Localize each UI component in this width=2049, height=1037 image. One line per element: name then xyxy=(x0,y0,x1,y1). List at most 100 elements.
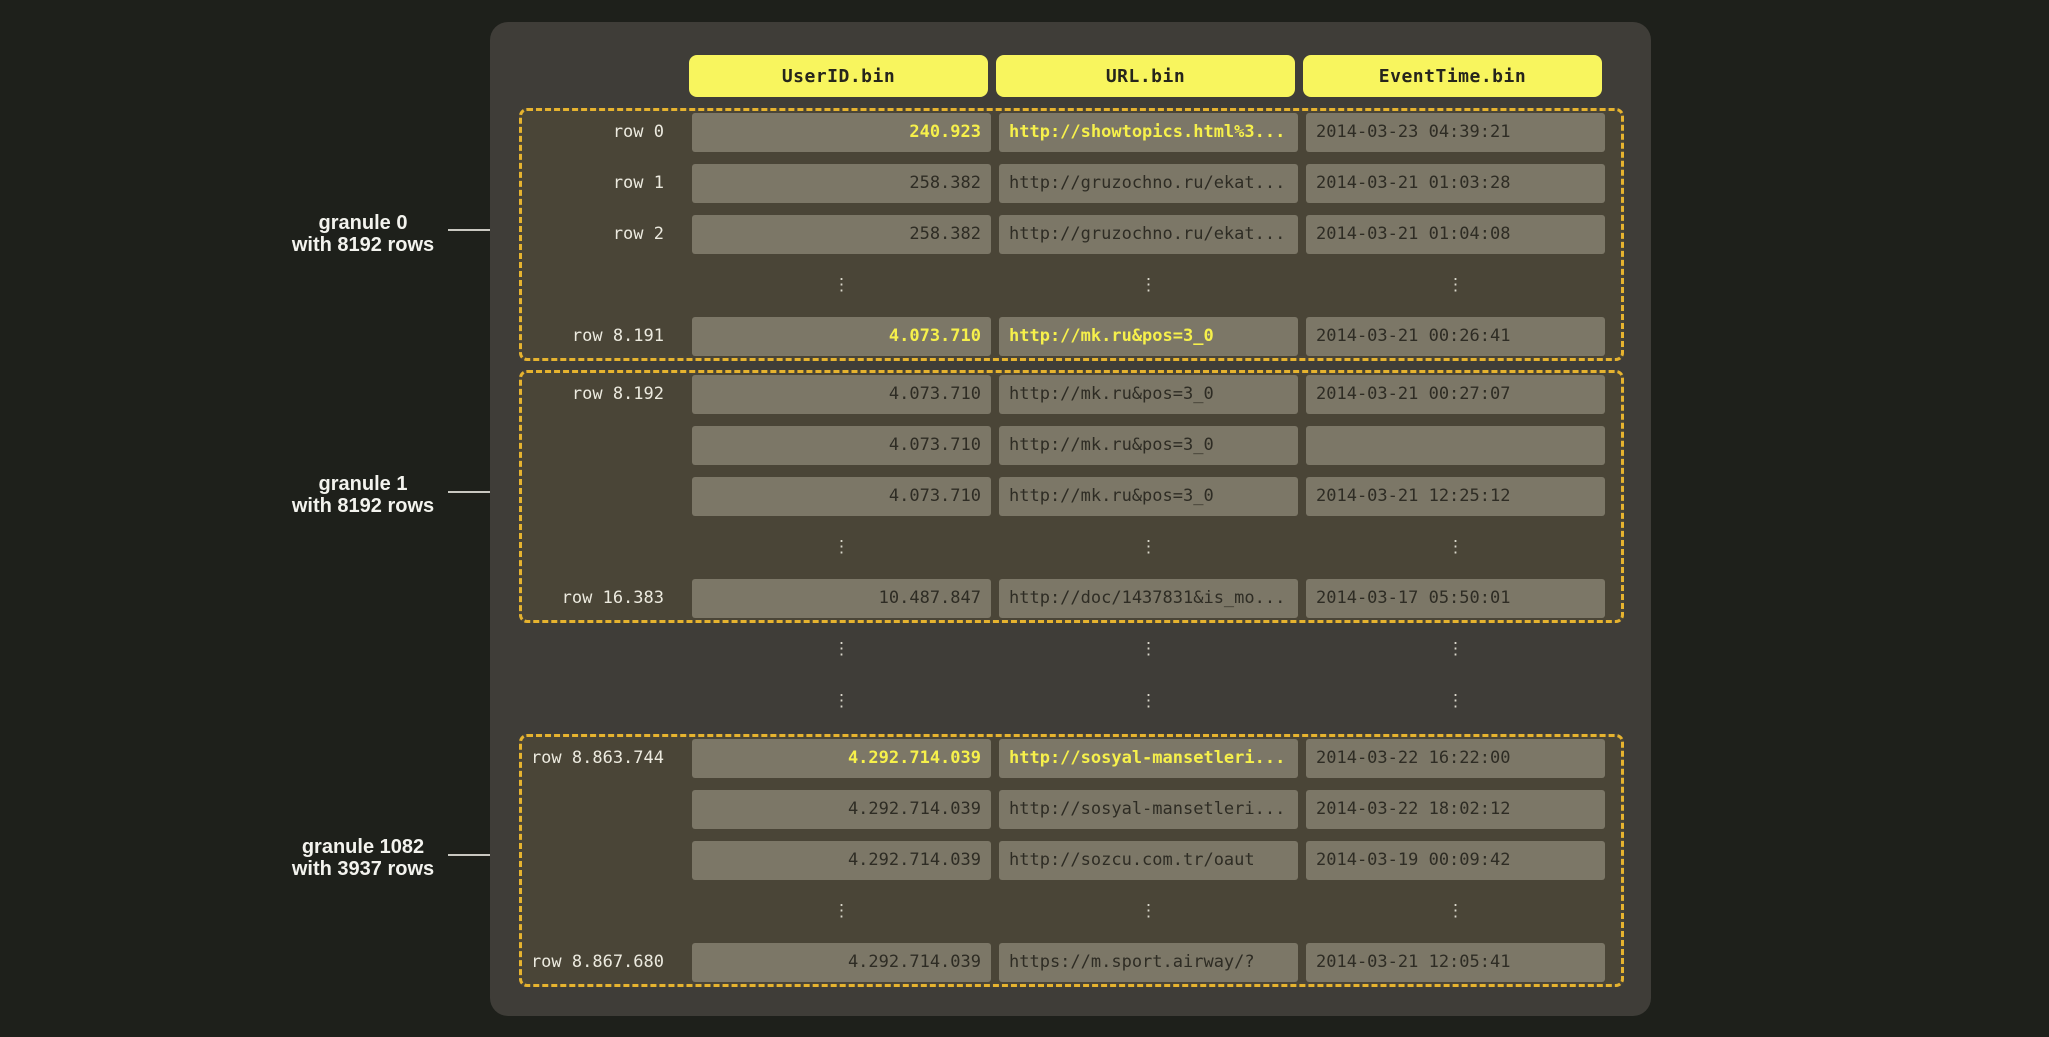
cell-userid: 4.073.710 xyxy=(692,477,991,516)
cell-url: http://showtopics.html%3... xyxy=(999,113,1298,152)
granule-0-label: granule 0 with 8192 rows xyxy=(263,212,463,256)
row-label: row 16.383 xyxy=(522,579,684,618)
ellipsis-icon: ⋮ xyxy=(999,630,1298,669)
cell-eventtime: 2014-03-21 12:05:41 xyxy=(1306,943,1605,982)
ellipsis-row: ⋮ ⋮ ⋮ xyxy=(522,682,1605,721)
row-label-empty xyxy=(522,528,684,567)
ellipsis-icon: ⋮ xyxy=(999,528,1298,567)
ellipsis-icon: ⋮ xyxy=(999,682,1298,721)
ellipsis-icon: ⋮ xyxy=(692,682,991,721)
row-label: row 8.867.680 xyxy=(522,943,684,982)
cell-userid: 4.292.714.039 xyxy=(692,739,991,778)
row-label xyxy=(522,426,684,465)
column-header-url: URL.bin xyxy=(996,55,1295,97)
table-row: row 8.191 4.073.710 http://mk.ru&pos=3_0… xyxy=(522,317,1621,356)
ellipsis-row: ⋮ ⋮ ⋮ xyxy=(522,892,1621,931)
ellipsis-row: ⋮ ⋮ ⋮ xyxy=(522,630,1605,669)
table-row: 4.073.710 http://mk.ru&pos=3_0 2014-03-2… xyxy=(522,477,1621,516)
granule-1082-label: granule 1082 with 3937 rows xyxy=(263,836,463,880)
granule-1082-name: granule 1082 xyxy=(263,836,463,858)
cell-eventtime: 2014-03-22 18:02:12 xyxy=(1306,790,1605,829)
cell-url: http://gruzochno.ru/ekat... xyxy=(999,164,1298,203)
ellipsis-icon: ⋮ xyxy=(692,528,991,567)
cell-url: http://sozcu.com.tr/oaut xyxy=(999,841,1298,880)
cell-eventtime: 2014-03-22 16:22:00 xyxy=(1306,739,1605,778)
row-label: row 8.191 xyxy=(522,317,684,356)
cell-userid: 4.292.714.039 xyxy=(692,841,991,880)
cell-eventtime: 2014-03-19 00:09:42 xyxy=(1306,841,1605,880)
table-row: row 8.863.744 4.292.714.039 http://sosya… xyxy=(522,739,1621,778)
cell-url: http://sosyal-mansetleri... xyxy=(999,790,1298,829)
cell-userid: 4.292.714.039 xyxy=(692,943,991,982)
cell-eventtime: 2014-03-21 12:25:12 xyxy=(1306,477,1605,516)
granule-1-name: granule 1 xyxy=(263,473,463,495)
row-label: row 8.863.744 xyxy=(522,739,684,778)
cell-url: https://m.sport.airway/? xyxy=(999,943,1298,982)
cell-url: http://mk.ru&pos=3_0 xyxy=(999,477,1298,516)
granule-1082-box: row 8.863.744 4.292.714.039 http://sosya… xyxy=(519,734,1624,987)
column-headers: UserID.bin URL.bin EventTime.bin xyxy=(689,55,1602,97)
table-row: row 8.867.680 4.292.714.039 https://m.sp… xyxy=(522,943,1621,982)
row-label xyxy=(522,477,684,516)
ellipsis-icon: ⋮ xyxy=(999,892,1298,931)
ellipsis-icon: ⋮ xyxy=(999,266,1298,305)
granule-0-rowcount: with 8192 rows xyxy=(263,234,463,256)
row-label-empty xyxy=(522,892,684,931)
cell-url: http://doc/1437831&is_mo... xyxy=(999,579,1298,618)
cell-userid: 258.382 xyxy=(692,215,991,254)
ellipsis-icon: ⋮ xyxy=(1306,630,1605,669)
ellipsis-icon: ⋮ xyxy=(692,630,991,669)
cell-url: http://mk.ru&pos=3_0 xyxy=(999,426,1298,465)
granule-0-box: row 0 240.923 http://showtopics.html%3..… xyxy=(519,108,1624,361)
cell-url: http://mk.ru&pos=3_0 xyxy=(999,375,1298,414)
cell-userid: 4.073.710 xyxy=(692,426,991,465)
cell-eventtime: 2014-03-21 00:27:07 xyxy=(1306,375,1605,414)
ellipsis-icon: ⋮ xyxy=(1306,892,1605,931)
row-label-empty xyxy=(522,266,684,305)
granule-0-name: granule 0 xyxy=(263,212,463,234)
cell-eventtime: 2014-03-17 05:50:01 xyxy=(1306,579,1605,618)
row-label: row 8.192 xyxy=(522,375,684,414)
cell-eventtime: 2014-03-21 01:04:08 xyxy=(1306,215,1605,254)
table-row: 4.292.714.039 http://sosyal-mansetleri..… xyxy=(522,790,1621,829)
row-label: row 2 xyxy=(522,215,684,254)
row-label-empty xyxy=(522,682,684,721)
cell-url: http://gruzochno.ru/ekat... xyxy=(999,215,1298,254)
table-row: row 16.383 10.487.847 http://doc/1437831… xyxy=(522,579,1621,618)
ellipsis-icon: ⋮ xyxy=(692,892,991,931)
cell-url: http://sosyal-mansetleri... xyxy=(999,739,1298,778)
cell-userid: 10.487.847 xyxy=(692,579,991,618)
table-row: row 0 240.923 http://showtopics.html%3..… xyxy=(522,113,1621,152)
cell-eventtime xyxy=(1306,426,1605,465)
row-label-empty xyxy=(522,630,684,669)
table-row: row 2 258.382 http://gruzochno.ru/ekat..… xyxy=(522,215,1621,254)
cell-eventtime: 2014-03-21 00:26:41 xyxy=(1306,317,1605,356)
column-header-eventtime: EventTime.bin xyxy=(1303,55,1602,97)
granule-1-label: granule 1 with 8192 rows xyxy=(263,473,463,517)
cell-userid: 258.382 xyxy=(692,164,991,203)
ellipsis-icon: ⋮ xyxy=(692,266,991,305)
granule-1082-rowcount: with 3937 rows xyxy=(263,858,463,880)
table-row: row 1 258.382 http://gruzochno.ru/ekat..… xyxy=(522,164,1621,203)
column-header-userid: UserID.bin xyxy=(689,55,988,97)
ellipsis-icon: ⋮ xyxy=(1306,266,1605,305)
row-label: row 1 xyxy=(522,164,684,203)
granule-1-rowcount: with 8192 rows xyxy=(263,495,463,517)
ellipsis-icon: ⋮ xyxy=(1306,528,1605,567)
row-label xyxy=(522,841,684,880)
cell-eventtime: 2014-03-23 04:39:21 xyxy=(1306,113,1605,152)
table-row: row 8.192 4.073.710 http://mk.ru&pos=3_0… xyxy=(522,375,1621,414)
table-row: 4.073.710 http://mk.ru&pos=3_0 xyxy=(522,426,1621,465)
diagram-panel: UserID.bin URL.bin EventTime.bin row 0 2… xyxy=(490,22,1651,1016)
granule-1-box: row 8.192 4.073.710 http://mk.ru&pos=3_0… xyxy=(519,370,1624,623)
cell-url: http://mk.ru&pos=3_0 xyxy=(999,317,1298,356)
ellipsis-row: ⋮ ⋮ ⋮ xyxy=(522,528,1621,567)
table-row: 4.292.714.039 http://sozcu.com.tr/oaut 2… xyxy=(522,841,1621,880)
row-label xyxy=(522,790,684,829)
row-label: row 0 xyxy=(522,113,684,152)
cell-userid: 4.073.710 xyxy=(692,375,991,414)
cell-userid: 4.073.710 xyxy=(692,317,991,356)
cell-userid: 240.923 xyxy=(692,113,991,152)
cell-eventtime: 2014-03-21 01:03:28 xyxy=(1306,164,1605,203)
cell-userid: 4.292.714.039 xyxy=(692,790,991,829)
